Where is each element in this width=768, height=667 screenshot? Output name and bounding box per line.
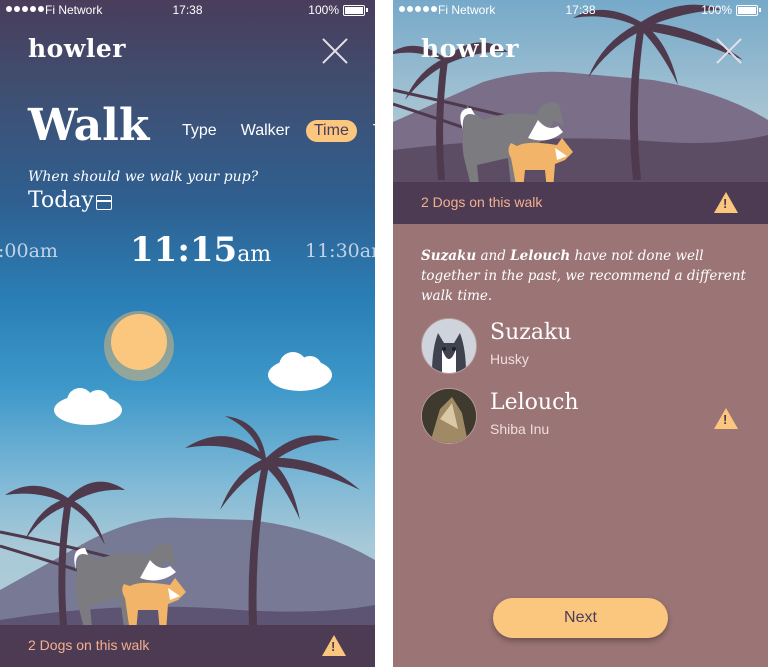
- app-logo: howler: [421, 34, 519, 63]
- walk-warning-screen: Fi Network 17:38 100% howler 2 Dogs on t…: [393, 0, 768, 667]
- warning-dog-2: Lelouch: [510, 248, 571, 264]
- warning-icon[interactable]: !: [714, 192, 738, 213]
- dogs-summary-bar[interactable]: 2 Dogs on this walk !: [0, 625, 375, 667]
- walk-scene-illustration: [0, 311, 375, 667]
- dogs-count-text: 2 Dogs on this walk: [421, 194, 543, 210]
- conflict-warning-message: Suzaku and Lelouch have not done well to…: [421, 246, 751, 306]
- cloud-icon: [54, 352, 332, 425]
- next-button[interactable]: Next: [493, 598, 668, 638]
- avatar: [421, 388, 477, 444]
- warning-icon[interactable]: !: [322, 635, 346, 656]
- dog-breed: Husky: [490, 351, 529, 367]
- dog-name: Lelouch: [490, 390, 579, 415]
- warning-connector: and: [480, 248, 506, 264]
- dogs-count-text: 2 Dogs on this walk: [28, 637, 150, 653]
- walk-time-screen: Fi Network 17:38 100% howler Walk Type W…: [0, 0, 375, 667]
- sun-icon: [104, 311, 174, 381]
- dog-breed: Shiba Inu: [490, 421, 550, 437]
- list-item[interactable]: Lelouch Shiba Inu !: [421, 388, 751, 448]
- battery-percent: 100%: [701, 3, 732, 17]
- close-icon[interactable]: [715, 36, 745, 66]
- dogs-summary-bar[interactable]: 2 Dogs on this walk !: [393, 182, 768, 224]
- husky-avatar-icon: [422, 319, 476, 373]
- shiba-avatar-icon: [422, 389, 476, 443]
- battery-icon: [736, 5, 761, 16]
- dog-name: Suzaku: [490, 320, 572, 345]
- warning-dog-1: Suzaku: [421, 248, 477, 264]
- status-bar: Fi Network 17:38 100%: [393, 0, 768, 20]
- avatar: [421, 318, 477, 374]
- warning-icon[interactable]: !: [714, 408, 738, 429]
- list-item[interactable]: Suzaku Husky: [421, 318, 751, 378]
- header-scene-illustration: [393, 0, 768, 182]
